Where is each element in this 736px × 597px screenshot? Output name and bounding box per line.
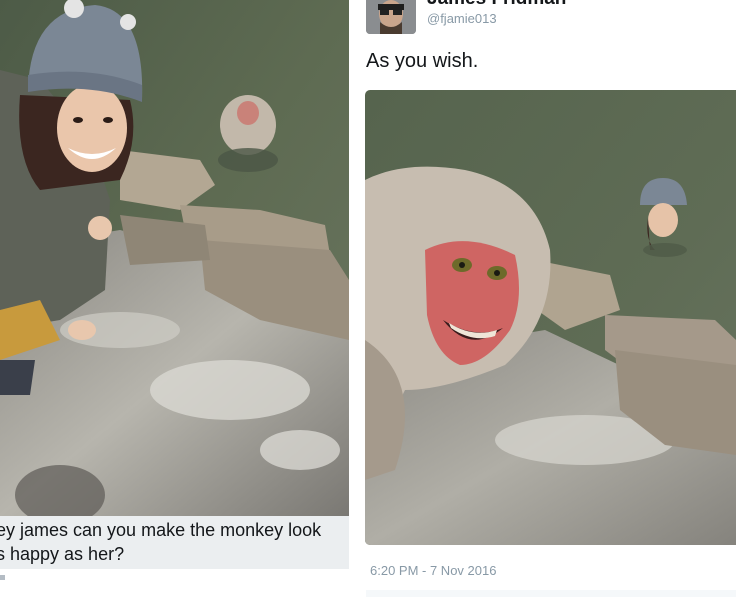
display-name[interactable]: James Fridman (427, 0, 566, 10)
left-tweet-caption: ey james can you make the monkey look s … (0, 520, 322, 564)
bottom-divider (366, 590, 736, 597)
right-photo-monkey-selfie[interactable] (365, 90, 736, 545)
tweet-text: As you wish. (366, 50, 479, 72)
left-corner-mark (0, 575, 5, 580)
user-handle[interactable]: @fjamie013 (427, 11, 497, 26)
tweet-timestamp[interactable]: 6:20 PM - 7 Nov 2016 (370, 563, 496, 578)
avatar[interactable] (366, 0, 416, 34)
left-photo-woman-selfie-with-monkey (0, 0, 349, 516)
